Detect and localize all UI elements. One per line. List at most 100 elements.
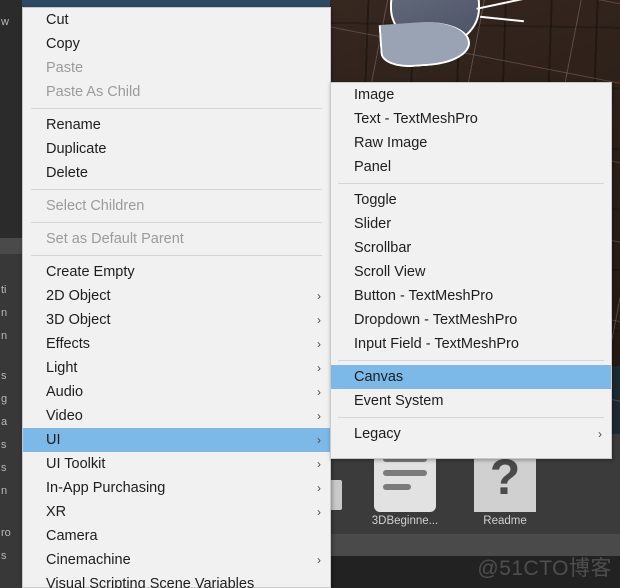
menu-item-label: Copy: [46, 36, 80, 52]
hierarchy-item-fragment[interactable]: ro: [1, 527, 11, 539]
menu-item-duplicate[interactable]: Duplicate: [23, 137, 330, 161]
menu-item-rename[interactable]: Rename: [23, 113, 330, 137]
menu-separator: [31, 255, 322, 256]
menu-item-label: In-App Purchasing: [46, 480, 166, 496]
menu-item-label: Raw Image: [354, 135, 428, 151]
menu-separator: [31, 222, 322, 223]
menu-item-label: Select Children: [46, 198, 145, 214]
menu-item-copy[interactable]: Copy: [23, 32, 330, 56]
ui-submenu[interactable]: Image Text - TextMeshPro Raw Image Panel Tog…: [330, 82, 612, 459]
menu-item-paste: Paste: [23, 56, 330, 80]
menu-item-label: Canvas: [354, 369, 404, 385]
menu-item-delete[interactable]: Delete: [23, 161, 330, 185]
hierarchy-panel-strip[interactable]: w ti n n s g a s s n ro s: [0, 0, 22, 588]
menu-separator: [338, 417, 604, 418]
chevron-right-icon: ›: [598, 427, 602, 441]
hierarchy-item-fragment[interactable]: n: [1, 485, 7, 497]
menu-separator: [338, 183, 604, 184]
menu-item-set-as-default-parent: Set as Default Parent: [23, 227, 330, 251]
menu-item-label: Cinemachine: [46, 552, 131, 568]
unity-editor-screen: 3DBeginne... ? Readme @51CTO博客 w ti n n s g a s…: [0, 0, 620, 588]
menu-item-scroll-view[interactable]: Scroll View: [331, 260, 611, 284]
hierarchy-item-fragment[interactable]: ti: [1, 284, 7, 296]
chevron-right-icon: ›: [317, 337, 321, 351]
watermark: @51CTO博客: [477, 557, 612, 580]
menu-item-panel[interactable]: Panel: [331, 155, 611, 179]
menu-item-label: Create Empty: [46, 264, 135, 280]
menu-item-raw-image[interactable]: Raw Image: [331, 131, 611, 155]
menu-item-label: Scroll View: [354, 264, 426, 280]
menu-item-label: Button - TextMeshPro: [354, 288, 494, 304]
menu-item-label: Visual Scripting Scene Variables: [46, 576, 255, 588]
hierarchy-item-fragment[interactable]: a: [1, 416, 7, 428]
menu-item-select-children: Select Children: [23, 194, 330, 218]
menu-item-paste-as-child: Paste As Child: [23, 80, 330, 104]
menu-item-event-system[interactable]: Event System: [331, 389, 611, 413]
menu-item-2d-object[interactable]: 2D Object ›: [23, 284, 330, 308]
menu-item-label: Video: [46, 408, 83, 424]
menu-item-slider[interactable]: Slider: [331, 212, 611, 236]
chevron-right-icon: ›: [317, 457, 321, 471]
chevron-right-icon: ›: [317, 505, 321, 519]
menu-item-scrollbar[interactable]: Scrollbar: [331, 236, 611, 260]
menu-item-ui-toolkit[interactable]: UI Toolkit ›: [23, 452, 330, 476]
menu-item-label: Effects: [46, 336, 91, 352]
chevron-right-icon: ›: [317, 313, 321, 327]
menu-item-canvas[interactable]: Canvas: [331, 365, 611, 389]
hierarchy-item-fragment[interactable]: s: [1, 439, 7, 451]
menu-item-toggle[interactable]: Toggle: [331, 188, 611, 212]
hierarchy-item-fragment[interactable]: g: [1, 393, 7, 405]
menu-item-label: Cut: [46, 12, 69, 28]
menu-item-create-empty[interactable]: Create Empty: [23, 260, 330, 284]
menu-separator: [31, 189, 322, 190]
gameobject-context-menu[interactable]: Cut Copy Paste Paste As Child Rename Duplicat…: [22, 7, 331, 588]
menu-item-label: Audio: [46, 384, 84, 400]
hierarchy-item-fragment[interactable]: w: [1, 16, 9, 28]
menu-item-3d-object[interactable]: 3D Object ›: [23, 308, 330, 332]
menu-item-input-field-textmeshpro[interactable]: Input Field - TextMeshPro: [331, 332, 611, 356]
menu-item-video[interactable]: Video ›: [23, 404, 330, 428]
chevron-right-icon: ›: [317, 433, 321, 447]
menu-item-visual-scripting-scene-variables[interactable]: Visual Scripting Scene Variables: [23, 572, 330, 588]
menu-item-label: 2D Object: [46, 288, 111, 304]
menu-item-in-app-purchasing[interactable]: In-App Purchasing ›: [23, 476, 330, 500]
menu-item-camera[interactable]: Camera: [23, 524, 330, 548]
menu-item-label: Light: [46, 360, 78, 376]
chevron-right-icon: ›: [317, 553, 321, 567]
menu-item-effects[interactable]: Effects ›: [23, 332, 330, 356]
hierarchy-item-fragment[interactable]: s: [1, 370, 7, 382]
menu-item-ui[interactable]: UI ›: [23, 428, 330, 452]
menu-item-dropdown-textmeshpro[interactable]: Dropdown - TextMeshPro: [331, 308, 611, 332]
chevron-right-icon: ›: [317, 409, 321, 423]
menu-item-legacy[interactable]: Legacy ›: [331, 422, 611, 446]
chevron-right-icon: ›: [317, 361, 321, 375]
asset-label: Readme: [483, 515, 527, 527]
hierarchy-item-fragment[interactable]: s: [1, 550, 7, 562]
menu-item-label: Event System: [354, 393, 444, 409]
menu-item-label: Dropdown - TextMeshPro: [354, 312, 518, 328]
menu-item-label: XR: [46, 504, 67, 520]
menu-item-cinemachine[interactable]: Cinemachine ›: [23, 548, 330, 572]
hierarchy-item-fragment[interactable]: n: [1, 307, 7, 319]
hierarchy-list-area: [0, 0, 22, 238]
menu-item-light[interactable]: Light ›: [23, 356, 330, 380]
menu-item-xr[interactable]: XR ›: [23, 500, 330, 524]
menu-item-button-textmeshpro[interactable]: Button - TextMeshPro: [331, 284, 611, 308]
menu-item-label: Rename: [46, 117, 101, 133]
asset-label: 3DBeginne...: [371, 515, 439, 527]
menu-item-label: Delete: [46, 165, 88, 181]
menu-separator: [338, 360, 604, 361]
menu-item-label: UI Toolkit: [46, 456, 106, 472]
menu-item-label: Text - TextMeshPro: [354, 111, 478, 127]
menu-item-label: Legacy: [354, 426, 401, 442]
menu-item-label: Toggle: [354, 192, 397, 208]
hierarchy-item-fragment[interactable]: n: [1, 330, 7, 342]
menu-item-label: Set as Default Parent: [46, 231, 184, 247]
menu-item-label: Slider: [354, 216, 392, 232]
menu-item-text-textmeshpro[interactable]: Text - TextMeshPro: [331, 107, 611, 131]
menu-item-cut[interactable]: Cut: [23, 8, 330, 32]
hierarchy-item-fragment[interactable]: s: [1, 462, 7, 474]
menu-item-audio[interactable]: Audio ›: [23, 380, 330, 404]
menu-item-image[interactable]: Image: [331, 83, 611, 107]
menu-separator: [31, 108, 322, 109]
